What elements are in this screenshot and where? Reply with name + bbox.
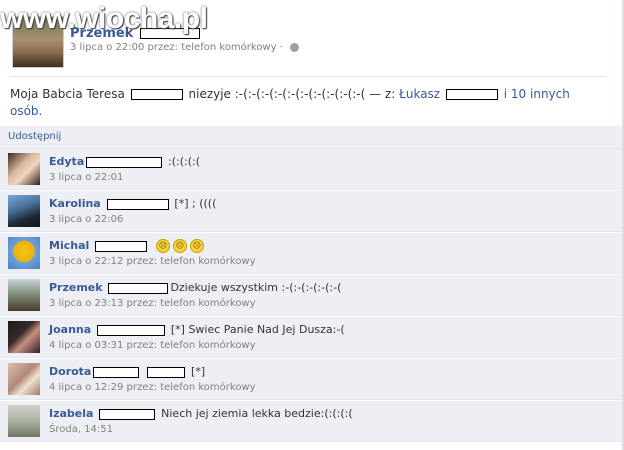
comment-text: [*] Swiec Panie Nad Jej Dusza:-( — [170, 323, 345, 336]
redaction-box — [86, 156, 163, 168]
comment-time: 3 lipca o 22:12 przez: telefon komórkowy — [49, 256, 256, 267]
redaction-box — [147, 366, 186, 378]
commenter-name[interactable]: Karolina — [49, 197, 101, 210]
commenter-avatar[interactable] — [8, 195, 40, 227]
commenter-avatar[interactable] — [8, 153, 40, 185]
redaction-box — [106, 198, 169, 210]
redaction-box — [93, 366, 140, 378]
commenter-avatar[interactable] — [8, 237, 40, 269]
comment-text: [*] ; (((( — [174, 197, 217, 210]
redaction-box — [97, 324, 166, 336]
comment-text: Dziekuje wszystkim :-(:-(:-(:-(:-( — [170, 281, 342, 294]
status-text: Moja Babcia Teresa niezyje :-(:-(:-(:-(:… — [10, 87, 570, 118]
commenter-name[interactable]: Dorota — [49, 365, 91, 378]
divider — [10, 76, 606, 77]
comment-item: Joanna [*] Swiec Panie Nad Jej Dusza:-( … — [0, 317, 622, 358]
comment-item: Michal ☹ ☹ ☹ 3 lipca o 22:12 przez: telefo… — [0, 233, 622, 274]
share-bar: Udostępnij — [0, 126, 622, 149]
sad-face-emoticon-icon: ☹ — [189, 239, 204, 253]
commenter-name[interactable]: Joanna — [49, 323, 91, 336]
comment-item: Przemek Dziekuje wszystkim :-(:-(:-(:-(:… — [0, 275, 622, 316]
comment-time: 4 lipca o 12:29 przez: telefon komórkowy — [49, 382, 256, 393]
commenter-name[interactable]: Edyta — [49, 155, 84, 168]
commenter-avatar[interactable] — [8, 279, 40, 311]
comment-text: [*] — [191, 365, 206, 378]
commenter-avatar[interactable] — [8, 363, 40, 395]
comment-item: Edyta :(:(:(:( 3 lipca o 22:01 — [0, 149, 622, 190]
redaction-box — [108, 282, 169, 294]
globe-icon — [290, 42, 300, 52]
redaction-box — [445, 89, 498, 100]
redaction-box — [130, 89, 183, 100]
sad-face-emoticon-icon: ☹ — [155, 239, 170, 253]
comment-time: 4 lipca o 03:31 przez: telefon komórkowy — [49, 340, 256, 351]
post-meta: 3 lipca o 22:00 przez: telefon komórkowy… — [70, 42, 300, 53]
comments-list: Edyta :(:(:(:( 3 lipca o 22:01 Karolina … — [0, 149, 622, 443]
commenter-avatar[interactable] — [8, 405, 40, 437]
share-link[interactable]: Udostępnij — [8, 131, 61, 142]
redaction-box — [95, 240, 148, 252]
comment-time: 3 lipca o 22:01 — [49, 172, 124, 183]
tagged-user-link[interactable]: Łukasz — [399, 87, 440, 101]
commenter-name[interactable]: Izabela — [49, 407, 93, 420]
comment-time: 3 lipca o 23:13 przez: telefon komórkowy — [49, 298, 256, 309]
comment-item: Izabela Niech jej ziemia lekka bedzie:(:… — [0, 401, 622, 442]
comment-text: Niech jej ziemia lekka bedzie:(:(:(:( — [161, 407, 353, 420]
commenter-name[interactable]: Przemek — [49, 281, 103, 294]
watermark-logo: www.wiocha.pl — [0, 2, 208, 35]
redaction-box — [99, 408, 156, 420]
commenter-name[interactable]: Michal — [49, 239, 89, 252]
commenter-avatar[interactable] — [8, 321, 40, 353]
sad-face-emoticon-icon: ☹ — [172, 239, 187, 253]
comment-item: Karolina [*] ; (((( 3 lipca o 22:06 — [0, 191, 622, 232]
comment-text: :(:(:(:( — [168, 155, 201, 168]
comment-time: Środa, 14:51 — [49, 424, 114, 435]
comment-item: Dorota [*] 4 lipca o 12:29 przez: telefo… — [0, 359, 622, 400]
comment-time: 3 lipca o 22:06 — [49, 214, 124, 225]
